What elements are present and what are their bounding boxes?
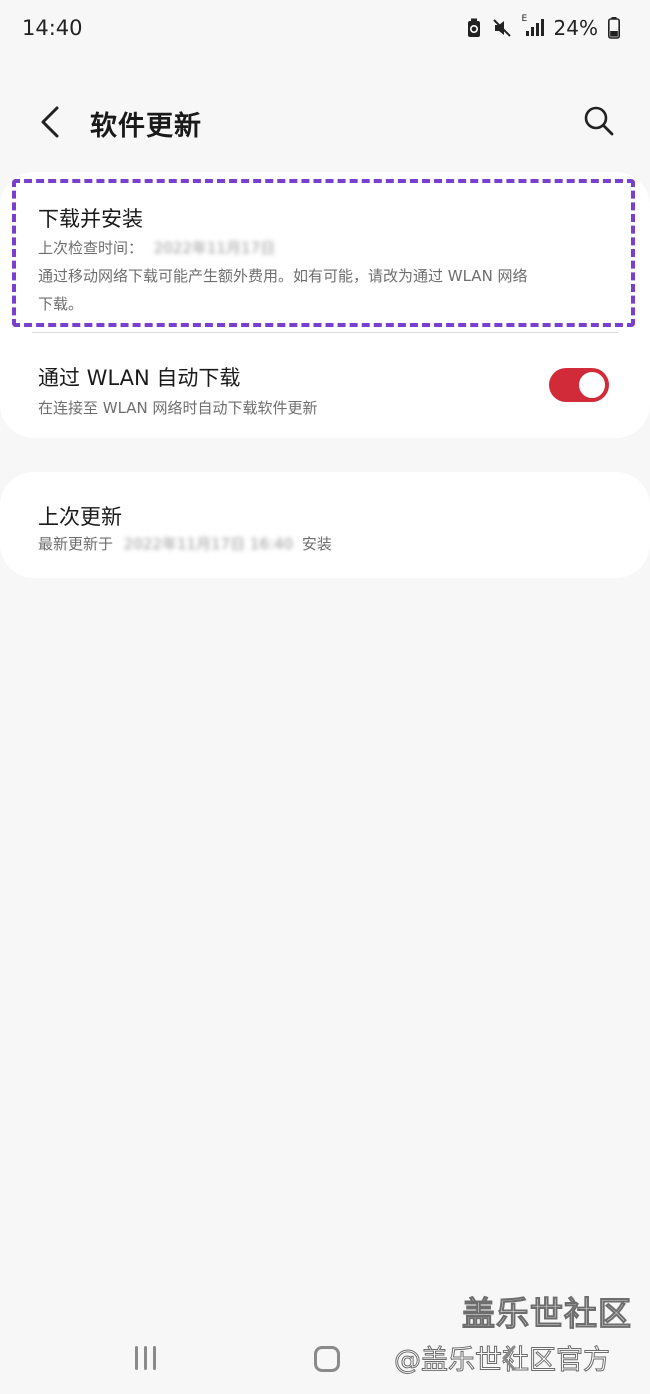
- last-check-value: 2022年11月17日: [153, 239, 276, 257]
- nav-back-button[interactable]: [500, 1344, 518, 1376]
- mobile-data-note: 通过移动网络下载可能产生额外费用。如有可能，请改为通过 WLAN 网络 下载。: [38, 262, 618, 318]
- nav-back-icon: [502, 1345, 516, 1371]
- last-update-card[interactable]: 上次更新 最新更新于 2022年11月17日 16:40 安装: [0, 472, 650, 578]
- back-button[interactable]: [34, 104, 66, 140]
- note-line-1: 通过移动网络下载可能产生额外费用。如有可能，请改为通过 WLAN 网络: [38, 267, 528, 285]
- search-icon: [584, 106, 614, 136]
- last-update-title: 上次更新: [38, 505, 122, 529]
- toggle-knob: [577, 370, 607, 400]
- battery-icon: [608, 17, 620, 39]
- auto-download-toggle[interactable]: [549, 368, 609, 402]
- last-update-prefix: 最新更新于: [38, 535, 114, 553]
- navigation-bar: [0, 1320, 650, 1394]
- auto-download-title: 通过 WLAN 自动下载: [38, 366, 241, 390]
- status-time: 14:40: [22, 16, 83, 40]
- note-line-2: 下载。: [38, 295, 84, 313]
- status-icons: E 24%: [466, 14, 620, 40]
- last-update-row: 最新更新于 2022年11月17日 16:40 安装: [38, 530, 332, 558]
- page-title: 软件更新: [90, 111, 202, 142]
- app-header: 软件更新: [0, 86, 650, 158]
- download-and-install-item[interactable]: 下载并安装 上次检查时间： 2022年11月17日 通过移动网络下载可能产生额外…: [12, 179, 635, 327]
- recent-apps-button[interactable]: [131, 1346, 159, 1370]
- battery-percent: 24%: [553, 16, 598, 40]
- search-button[interactable]: [580, 102, 618, 140]
- last-update-value: 2022年11月17日 16:40: [123, 535, 294, 553]
- screen: 14:40 E 24% 软件更新 下载并安装 上次检查时间： 2022年11月1…: [0, 0, 650, 1394]
- network-type-label: E: [521, 14, 528, 24]
- home-button[interactable]: [314, 1346, 340, 1372]
- status-bar: 14:40 E 24%: [0, 0, 650, 56]
- divider: [32, 332, 618, 333]
- battery-saver-icon: [466, 18, 482, 38]
- download-title: 下载并安装: [38, 207, 143, 231]
- last-check-label: 上次检查时间：: [38, 239, 144, 257]
- signal-icon: E: [522, 14, 544, 38]
- mute-icon: [492, 18, 512, 38]
- auto-download-subtitle: 在连接至 WLAN 网络时自动下载软件更新: [38, 399, 318, 417]
- last-check-row: 上次检查时间： 2022年11月17日: [38, 234, 275, 262]
- last-update-suffix: 安装: [301, 535, 332, 553]
- update-settings-card: 下载并安装 上次检查时间： 2022年11月17日 通过移动网络下载可能产生额外…: [0, 172, 650, 438]
- chevron-left-icon: [41, 106, 59, 138]
